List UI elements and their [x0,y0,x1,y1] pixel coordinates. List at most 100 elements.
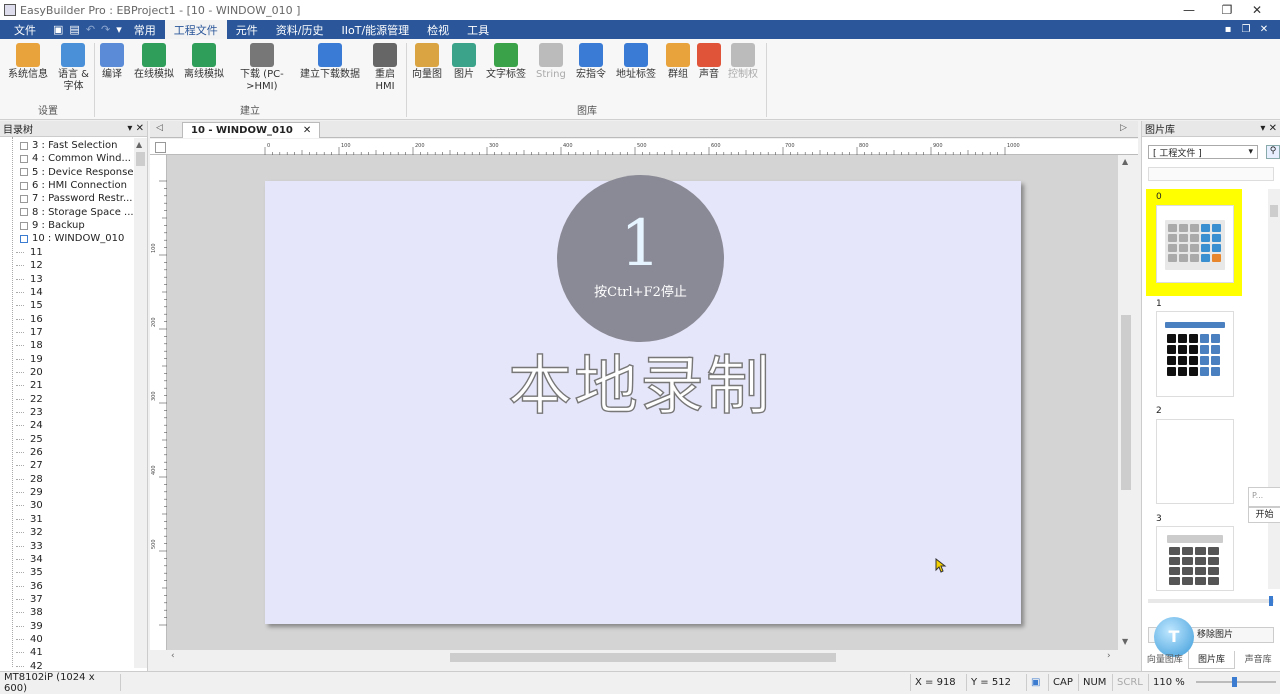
ribbon-button-14[interactable]: 群组 [666,43,690,81]
image-source-dropdown[interactable]: [ 工程文件 ] ▾ [1148,145,1258,159]
menu-project[interactable]: 工程文件 [164,20,227,39]
scroll-down-icon[interactable]: ▼ [1122,637,1128,646]
scroll-left-icon[interactable]: ‹ [171,651,175,661]
tree-item[interactable]: 32 [8,526,43,539]
tree-scrollbar[interactable]: ▲ [134,138,147,668]
tree-item[interactable]: 27 [8,459,43,472]
tree-item[interactable]: 33 [8,540,43,553]
tree-item[interactable]: 15 [8,299,43,312]
tree-item[interactable]: 26 [8,446,43,459]
tree-item[interactable]: 30 [8,499,43,512]
menu-data-history[interactable]: 资料/历史 [267,20,333,39]
ribbon-button-4[interactable]: 离线模拟 [184,43,224,81]
canvas-vscroll-thumb[interactable] [1121,315,1131,490]
tree-item[interactable]: 10 : WINDOW_010 [8,232,124,245]
close-button[interactable]: ✕ [1234,0,1280,20]
tree-item[interactable]: 40 [8,633,43,646]
ribbon-button-5[interactable]: 下载 (PC- >HMI) [240,43,284,93]
menu-file[interactable]: 文件 [0,20,50,39]
tree-item[interactable]: 24 [8,419,43,432]
ribbon-button-2[interactable]: 编译 [100,43,124,81]
tree-item[interactable]: 39 [8,620,43,633]
ribbon-button-6[interactable]: 建立下载数据 [300,43,360,81]
tree-item[interactable]: 38 [8,606,43,619]
panel-menu-icon[interactable]: ▾ ✕ [127,123,144,134]
tree-item[interactable]: 23 [8,406,43,419]
tree-item[interactable]: 41 [8,646,43,659]
search-icon[interactable]: ⚲ [1266,145,1280,159]
ribbon-button-9[interactable]: 图片 [452,43,476,81]
tree-item[interactable]: 37 [8,593,43,606]
tree-scroll-thumb[interactable] [136,152,145,166]
tree-item[interactable]: 28 [8,473,43,486]
menu-tools[interactable]: 工具 [458,20,498,39]
tree-item[interactable]: 9 : Backup [8,219,85,232]
image-size-slider[interactable] [1148,596,1274,606]
image-panel-scroll-thumb[interactable] [1270,205,1278,217]
tab-scroll-left-icon[interactable]: ◁ [156,123,163,133]
image-panel-scrollbar[interactable] [1268,189,1280,589]
mdi-minimize-icon[interactable]: ▪ [1220,20,1236,39]
tree-item[interactable]: 20 [8,366,43,379]
tab-scroll-right-icon[interactable]: ▷ [1120,123,1127,133]
ribbon-button-8[interactable]: 向量图 [412,43,442,81]
ribbon-button-12[interactable]: 宏指令 [576,43,606,81]
ribbon-button-3[interactable]: 在线模拟 [134,43,174,81]
tree-item[interactable]: 18 [8,339,43,352]
ribbon-button-16[interactable]: 控制权 [728,43,758,81]
tree-item[interactable]: 35 [8,566,43,579]
tree-item[interactable]: 29 [8,486,43,499]
image-thumbnail-keypad-dark[interactable] [1156,311,1234,397]
menu-iiot[interactable]: IIoT/能源管理 [333,20,419,39]
image-thumbnail-keypad-color[interactable] [1156,205,1234,283]
tree-item[interactable]: 19 [8,353,43,366]
image-filter-field[interactable] [1148,167,1274,181]
tab-window-010[interactable]: 10 - WINDOW_010 ✕ [182,122,321,138]
tab-vector-library[interactable]: 向量图库 [1142,651,1188,669]
tree-item[interactable]: 4 : Common Wind... [8,152,131,165]
undo-icon[interactable]: ↶ [83,20,98,39]
ribbon-button-0[interactable]: 系统信息 [8,43,48,81]
ribbon-button-7[interactable]: 重启 HMI [373,43,397,93]
menu-view[interactable]: 检视 [418,20,458,39]
tree-item[interactable]: 22 [8,393,43,406]
tree-item[interactable]: 31 [8,513,43,526]
mdi-restore-icon[interactable]: ❐ [1238,20,1254,39]
tree-item[interactable]: 3 : Fast Selection [8,139,117,152]
redo-icon[interactable]: ↷ [98,20,113,39]
scroll-up-icon[interactable]: ▲ [1122,157,1128,166]
tree-item[interactable]: 16 [8,313,43,326]
image-thumbnail-keypad-gray[interactable] [1156,526,1234,591]
save-icon[interactable]: ▣ [50,20,66,39]
tree-item[interactable]: 8 : Storage Space ... [8,206,134,219]
tab-sound-library[interactable]: 声音库 [1235,651,1280,669]
canvas-vertical-scrollbar[interactable]: ▲ ▼ [1118,155,1134,650]
tree-item[interactable]: 34 [8,553,43,566]
zoom-slider[interactable] [1196,677,1276,687]
tree-item[interactable]: 25 [8,433,43,446]
scroll-up-icon[interactable]: ▲ [136,140,142,149]
tab-close-icon[interactable]: ✕ [303,125,311,136]
ribbon-button-10[interactable]: 文字标签 [486,43,526,81]
zoom-slider-thumb[interactable] [1232,677,1237,687]
tree-item[interactable]: 12 [8,259,43,272]
tree-item[interactable]: 21 [8,379,43,392]
menu-common[interactable]: 常用 [125,20,165,39]
tree-item[interactable]: 7 : Password Restr... [8,192,133,205]
ruler-corner-icon[interactable] [155,142,166,153]
start-button[interactable]: 开始 [1248,507,1280,523]
tree-item[interactable]: 14 [8,286,43,299]
tree-item[interactable]: 5 : Device Response [8,166,134,179]
menu-objects[interactable]: 元件 [227,20,267,39]
canvas-horizontal-scrollbar[interactable]: ‹ › [167,650,1118,664]
tree-item[interactable]: 6 : HMI Connection [8,179,127,192]
tree-item[interactable]: 36 [8,580,43,593]
image-thumbnail-blank[interactable] [1156,419,1234,504]
ribbon-button-1[interactable]: 语言 & 字体 [58,43,89,93]
tab-image-library[interactable]: 图片库 [1187,651,1236,669]
image-size-slider-thumb[interactable] [1269,596,1273,606]
tree-item[interactable]: 17 [8,326,43,339]
quick-access-dropdown-icon[interactable]: ▾ [113,20,125,39]
canvas-hscroll-thumb[interactable] [450,653,836,662]
save-all-icon[interactable]: ▤ [66,20,82,39]
